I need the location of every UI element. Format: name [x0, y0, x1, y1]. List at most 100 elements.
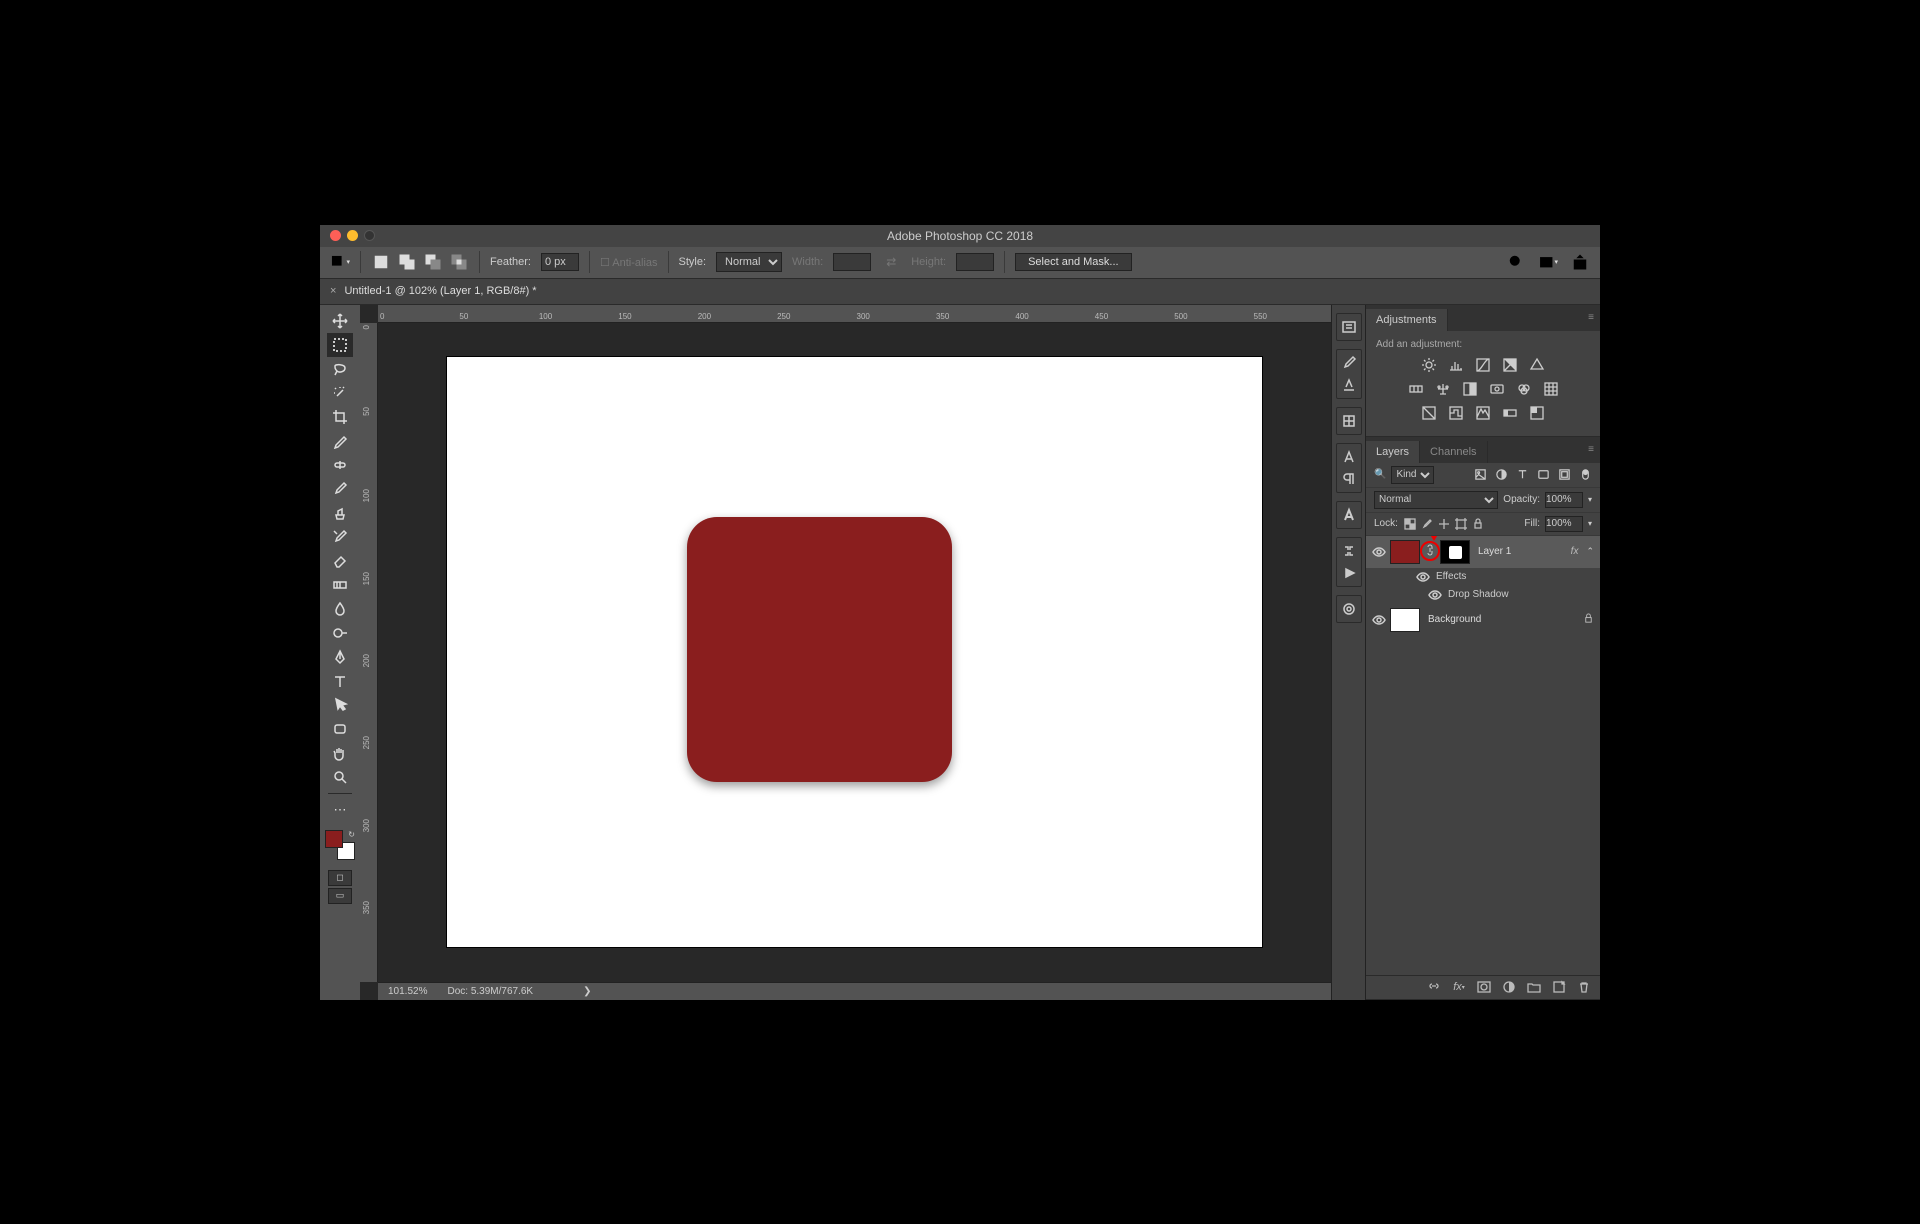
subtract-selection-button[interactable]: [423, 253, 443, 271]
horizontal-ruler[interactable]: 050100150200250300350400450500550: [378, 305, 1331, 323]
filter-type-icon[interactable]: [1515, 468, 1529, 482]
color-swatches[interactable]: ↻: [325, 830, 355, 860]
zoom-level[interactable]: 101.52%: [388, 986, 427, 997]
canvas[interactable]: [447, 357, 1262, 947]
delete-layer-icon[interactable]: [1576, 979, 1592, 995]
layer-1-row[interactable]: Layer 1 fx ⌃: [1366, 536, 1600, 568]
layer-mask-link-icon[interactable]: [1424, 543, 1436, 560]
filter-toggle[interactable]: [1578, 468, 1592, 482]
layer-style-icon[interactable]: fx▾: [1451, 979, 1467, 995]
opacity-dropdown-icon[interactable]: ▾: [1588, 495, 1592, 504]
filter-kind-select[interactable]: Kind: [1391, 466, 1434, 484]
type-tool[interactable]: [327, 669, 353, 693]
fx-collapse-icon[interactable]: ⌃: [1586, 546, 1594, 557]
status-menu-chevron[interactable]: ❯: [583, 986, 591, 997]
edit-toolbar-button[interactable]: ⋯: [327, 798, 353, 822]
adjustments-panel-menu-icon[interactable]: ≡: [1588, 312, 1594, 323]
screen-mode-button[interactable]: ▭: [328, 888, 352, 904]
eyedropper-tool[interactable]: [327, 429, 353, 453]
magic-wand-tool[interactable]: [327, 381, 353, 405]
actions-panel-icon[interactable]: [1337, 562, 1361, 584]
color-lookup-icon[interactable]: [1542, 380, 1560, 398]
workspace-dropdown[interactable]: ▾: [1538, 253, 1558, 271]
brightness-icon[interactable]: [1420, 356, 1438, 374]
channel-mixer-icon[interactable]: [1515, 380, 1533, 398]
fill-dropdown-icon[interactable]: ▾: [1588, 519, 1592, 528]
filter-shape-icon[interactable]: [1536, 468, 1550, 482]
history-panel-icon[interactable]: [1337, 316, 1361, 338]
filter-smart-icon[interactable]: [1557, 468, 1571, 482]
vibrance-icon[interactable]: [1528, 356, 1546, 374]
doc-size[interactable]: Doc: 5.39M/767.6K: [447, 986, 533, 997]
search-icon[interactable]: [1506, 253, 1526, 271]
filter-adjustment-icon[interactable]: [1494, 468, 1508, 482]
exposure-icon[interactable]: [1501, 356, 1519, 374]
intersect-selection-button[interactable]: [449, 253, 469, 271]
standard-mode-button[interactable]: ◻: [328, 870, 352, 886]
blur-tool[interactable]: [327, 597, 353, 621]
lock-artboard-icon[interactable]: [1454, 517, 1468, 531]
visibility-toggle-icon[interactable]: [1372, 545, 1386, 559]
new-selection-button[interactable]: [371, 253, 391, 271]
canvas-viewport[interactable]: [378, 323, 1331, 982]
background-layer-row[interactable]: Background: [1366, 604, 1600, 636]
move-tool[interactable]: [327, 309, 353, 333]
adjustment-layer-icon[interactable]: [1501, 979, 1517, 995]
feather-input[interactable]: [541, 253, 579, 271]
curves-icon[interactable]: [1474, 356, 1492, 374]
new-group-icon[interactable]: [1526, 979, 1542, 995]
posterize-icon[interactable]: [1447, 404, 1465, 422]
invert-icon[interactable]: [1420, 404, 1438, 422]
drop-shadow-row[interactable]: Drop Shadow: [1366, 586, 1600, 604]
blend-mode-select[interactable]: Normal: [1374, 491, 1498, 509]
rectangle-tool[interactable]: [327, 717, 353, 741]
add-selection-button[interactable]: [397, 253, 417, 271]
gradient-tool[interactable]: [327, 573, 353, 597]
brushes-panel-icon[interactable]: [1337, 352, 1361, 374]
opacity-input[interactable]: [1545, 492, 1583, 508]
clone-stamp-tool[interactable]: [327, 501, 353, 525]
brush-settings-panel-icon[interactable]: [1337, 374, 1361, 396]
effects-row[interactable]: Effects: [1366, 568, 1600, 586]
link-layers-icon[interactable]: [1426, 979, 1442, 995]
hand-tool[interactable]: [327, 741, 353, 765]
color-balance-icon[interactable]: [1434, 380, 1452, 398]
threshold-icon[interactable]: [1474, 404, 1492, 422]
style-select[interactable]: Normal: [716, 252, 782, 272]
clone-source-panel-icon[interactable]: [1337, 410, 1361, 432]
brush-tool[interactable]: [327, 477, 353, 501]
healing-brush-tool[interactable]: [327, 453, 353, 477]
layer-thumbnail[interactable]: [1390, 608, 1420, 632]
layer-thumbnail[interactable]: [1390, 540, 1420, 564]
layers-tab[interactable]: Layers: [1366, 441, 1420, 463]
hue-icon[interactable]: [1407, 380, 1425, 398]
tool-preset-dropdown[interactable]: ▾: [330, 253, 350, 271]
fx-badge[interactable]: fx: [1571, 546, 1579, 557]
character-panel-icon[interactable]: [1337, 446, 1361, 468]
adjustments-tab[interactable]: Adjustments: [1366, 309, 1448, 331]
zoom-tool[interactable]: [327, 765, 353, 789]
lasso-tool[interactable]: [327, 357, 353, 381]
document-tab[interactable]: Untitled-1 @ 102% (Layer 1, RGB/8#) *: [344, 285, 536, 297]
kind-search-icon[interactable]: 🔍: [1374, 469, 1386, 480]
layer-mask-thumbnail[interactable]: [1440, 540, 1470, 564]
lock-position-icon[interactable]: [1437, 517, 1451, 531]
filter-pixel-icon[interactable]: [1473, 468, 1487, 482]
photo-filter-icon[interactable]: [1488, 380, 1506, 398]
close-window-button[interactable]: [330, 230, 341, 241]
new-layer-icon[interactable]: [1551, 979, 1567, 995]
layers-panel-menu-icon[interactable]: ≡: [1588, 444, 1594, 455]
eraser-tool[interactable]: [327, 549, 353, 573]
lock-pixels-icon[interactable]: [1420, 517, 1434, 531]
libraries-panel-icon[interactable]: [1337, 598, 1361, 620]
drop-shadow-visibility-icon[interactable]: [1428, 588, 1442, 602]
fill-input[interactable]: [1545, 516, 1583, 532]
vertical-ruler[interactable]: 050100150200250300350: [360, 323, 378, 982]
dodge-tool[interactable]: [327, 621, 353, 645]
layer-name[interactable]: Layer 1: [1478, 546, 1511, 557]
crop-tool[interactable]: [327, 405, 353, 429]
modifier-keys-icon[interactable]: [1337, 540, 1361, 562]
path-selection-tool[interactable]: [327, 693, 353, 717]
bw-icon[interactable]: [1461, 380, 1479, 398]
glyphs-panel-icon[interactable]: [1337, 504, 1361, 526]
